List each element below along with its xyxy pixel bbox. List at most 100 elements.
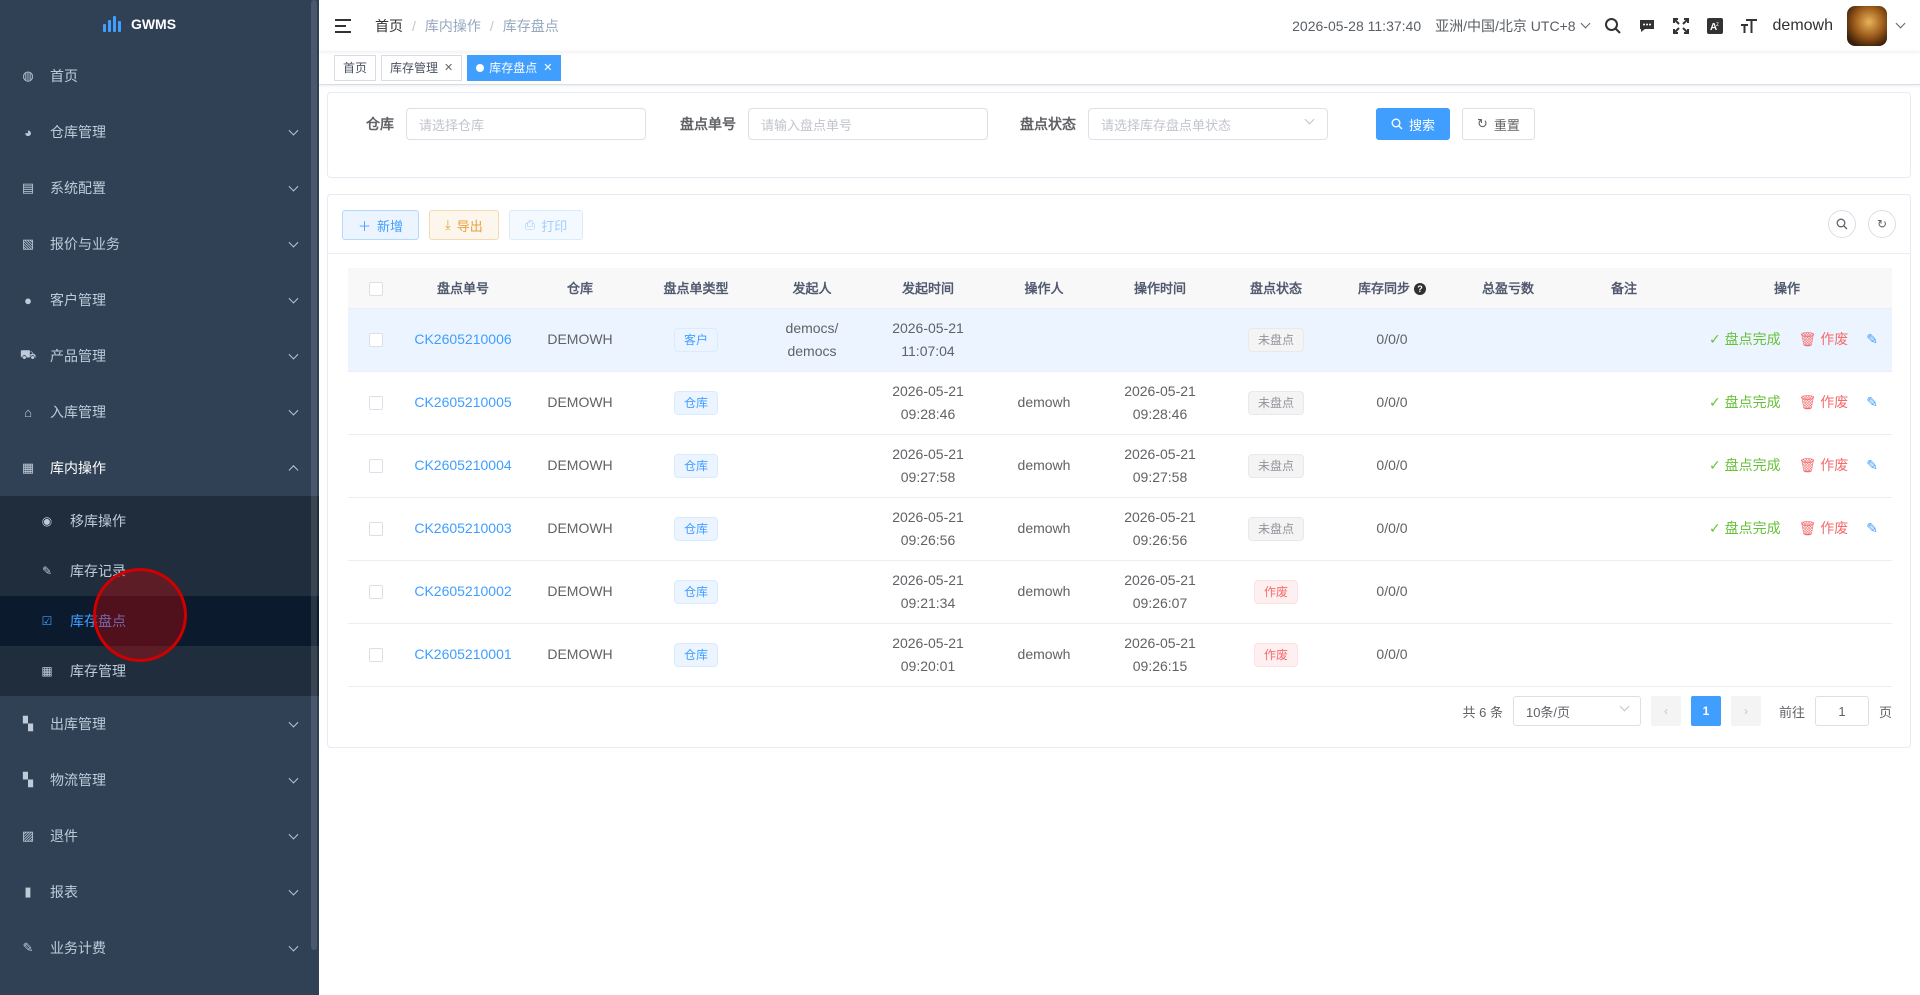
help-icon[interactable]: ? [1414, 283, 1426, 296]
next-page-button[interactable]: › [1730, 696, 1761, 726]
row-checkbox[interactable] [369, 648, 383, 663]
edit-icon[interactable]: ✎ [1866, 517, 1878, 540]
sidebar-item-transfer[interactable]: ◉ 移库操作 [0, 496, 319, 546]
edit-icon: ✎ [41, 564, 53, 578]
breadcrumb-inventory-ops[interactable]: 库内操作 [425, 16, 481, 36]
font-size-icon[interactable] [1739, 16, 1759, 36]
sidebar-item-inventory-ops[interactable]: ▦ 库内操作 [0, 440, 319, 496]
fullscreen-icon[interactable] [1671, 16, 1691, 36]
row-checkbox[interactable] [369, 522, 383, 537]
row-checkbox[interactable] [369, 333, 383, 348]
page-size-select[interactable]: 10条/页 [1512, 696, 1641, 726]
print-button[interactable]: ⎙ 打印 [508, 210, 584, 240]
reset-button[interactable]: ↻ 重置 [1462, 108, 1535, 140]
sidebar-item-reports[interactable]: ▮ 报表 [0, 864, 319, 920]
timezone-select[interactable]: 亚洲/中国/北京 UTC+8 [1435, 16, 1590, 36]
message-icon[interactable] [1637, 16, 1657, 36]
start-date: 2026-05-21 [892, 508, 964, 525]
complete-check-button[interactable]: ✓ 盘点完成 [1709, 328, 1781, 351]
row-checkbox[interactable] [369, 459, 383, 474]
check-icon: ✓ [1708, 331, 1725, 347]
order-no-link[interactable]: CK2605210003 [414, 520, 511, 536]
search-icon[interactable] [1603, 16, 1623, 36]
complete-check-button[interactable]: ✓ 盘点完成 [1709, 517, 1781, 540]
column-header[interactable]: 盘点单号 [404, 268, 522, 309]
tag-stock-manage[interactable]: 库存管理 ✕ [381, 54, 463, 81]
avatar[interactable] [1847, 5, 1887, 46]
sidebar-item-system-config[interactable]: ▤ 系统配置 [0, 160, 319, 216]
edit-icon[interactable]: ✎ [1866, 454, 1878, 477]
column-header[interactable]: 仓库 [522, 268, 638, 309]
column-header[interactable]: 操作人 [986, 268, 1102, 309]
refresh-icon[interactable]: ↻ [1868, 210, 1896, 238]
table-row[interactable]: CK2605210004 DEMOWH 仓库 2026-05-21 09:27:58 de… [348, 434, 1892, 498]
status-select[interactable]: 请选择库存盘点单状态 [1088, 108, 1328, 140]
column-header[interactable]: 总盈亏数 [1450, 268, 1566, 309]
start-time: 11:07:04 [901, 342, 955, 359]
order-no-link[interactable]: CK2605210004 [414, 457, 511, 473]
sidebar-item-quote[interactable]: ▧ 报价与业务 [0, 216, 319, 272]
sidebar-item-logistics[interactable]: ▚ 物流管理 [0, 752, 319, 808]
void-button[interactable]: 🗑 作废 [1799, 391, 1849, 414]
table-row[interactable]: CK2605210006 DEMOWH 客户 democs/democs 2026-05… [348, 308, 1892, 372]
add-button[interactable]: ＋ 新增 [342, 210, 420, 240]
sidebar-item-stock-check[interactable]: ☑ 库存盘点 [0, 596, 319, 646]
breadcrumb-home[interactable]: 首页 [375, 16, 403, 36]
username[interactable]: demowh [1773, 17, 1833, 35]
prev-page-button[interactable]: ‹ [1650, 696, 1681, 726]
complete-check-button[interactable]: ✓ 盘点完成 [1709, 391, 1781, 414]
close-icon[interactable]: ✕ [444, 61, 453, 74]
edit-icon[interactable]: ✎ [1866, 328, 1878, 351]
order-no-link[interactable]: CK2605210005 [414, 394, 511, 410]
row-checkbox[interactable] [369, 585, 383, 600]
column-header[interactable]: 备注 [1566, 268, 1682, 309]
sidebar-item-inbound[interactable]: ⌂ 入库管理 [0, 384, 319, 440]
column-header[interactable]: 发起人 [754, 268, 870, 309]
sidebar-item-home[interactable]: ◍ 首页 [0, 48, 319, 104]
table-row[interactable]: CK2605210001 DEMOWH 仓库 2026-05-21 09:20:01 de… [348, 623, 1892, 687]
translate-icon[interactable]: Az [1705, 16, 1725, 36]
goto-page-input[interactable]: 1 [1814, 696, 1869, 726]
page-size-label: 10条/页 [1525, 704, 1571, 720]
complete-check-button[interactable]: ✓ 盘点完成 [1709, 454, 1781, 477]
tag-home[interactable]: 首页 [334, 54, 377, 81]
page-number[interactable]: 1 [1690, 696, 1721, 726]
select-all-checkbox[interactable] [369, 281, 383, 296]
void-button[interactable]: 🗑 作废 [1799, 454, 1849, 477]
order-input[interactable]: 请输入盘点单号 [748, 108, 988, 140]
order-no-link[interactable]: CK2605210002 [414, 583, 511, 599]
table-row[interactable]: CK2605210003 DEMOWH 仓库 2026-05-21 09:26:56 de… [348, 497, 1892, 561]
sidebar-item-label: 库存盘点 [70, 613, 126, 629]
column-header[interactable]: 操作时间 [1102, 268, 1218, 309]
warehouse-select[interactable]: 请选择仓库 [406, 108, 646, 140]
table-row[interactable]: CK2605210002 DEMOWH 仓库 2026-05-21 09:21:34 de… [348, 560, 1892, 624]
hamburger-icon[interactable] [335, 18, 351, 33]
order-no-link[interactable]: CK2605210006 [414, 331, 511, 347]
sidebar-item-product[interactable]: ⛟ 产品管理 [0, 328, 319, 384]
sidebar-item-customer[interactable]: ● 客户管理 [0, 272, 319, 328]
edit-icon[interactable]: ✎ [1866, 391, 1878, 414]
table-row[interactable]: CK2605210005 DEMOWH 仓库 2026-05-21 09:28:46 de… [348, 371, 1892, 435]
sidebar-item-stock-record[interactable]: ✎ 库存记录 [0, 546, 319, 596]
order-no-link[interactable]: CK2605210001 [414, 646, 511, 662]
column-header[interactable]: 发起时间 [870, 268, 986, 309]
sidebar-item-billing[interactable]: ✎ 业务计费 [0, 920, 319, 976]
column-header[interactable]: 盘点单类型 [638, 268, 754, 309]
sidebar-item-warehouse[interactable]: ◕ 仓库管理 [0, 104, 319, 160]
void-button[interactable]: 🗑 作废 [1799, 328, 1849, 351]
close-icon[interactable]: ✕ [543, 61, 552, 74]
sidebar-item-stock-manage[interactable]: ▦ 库存管理 [0, 646, 319, 696]
tag-stock-check[interactable]: 库存盘点 ✕ [467, 54, 562, 81]
export-button[interactable]: ⤓ 导出 [429, 210, 499, 240]
column-header[interactable]: 盘点状态 [1218, 268, 1334, 309]
app-logo[interactable]: GWMS [0, 0, 319, 48]
sidebar-item-outbound[interactable]: ▚ 出库管理 [0, 696, 319, 752]
row-checkbox[interactable] [369, 396, 383, 411]
chevron-down-icon[interactable] [1895, 18, 1906, 29]
toggle-search-icon[interactable] [1828, 210, 1856, 238]
column-header-sync[interactable]: 库存同步? [1334, 268, 1450, 309]
search-button[interactable]: 搜索 [1376, 108, 1451, 140]
sidebar-scrollbar[interactable] [311, 0, 317, 950]
void-button[interactable]: 🗑 作废 [1799, 517, 1849, 540]
sidebar-item-returns[interactable]: ▨ 退件 [0, 808, 319, 864]
